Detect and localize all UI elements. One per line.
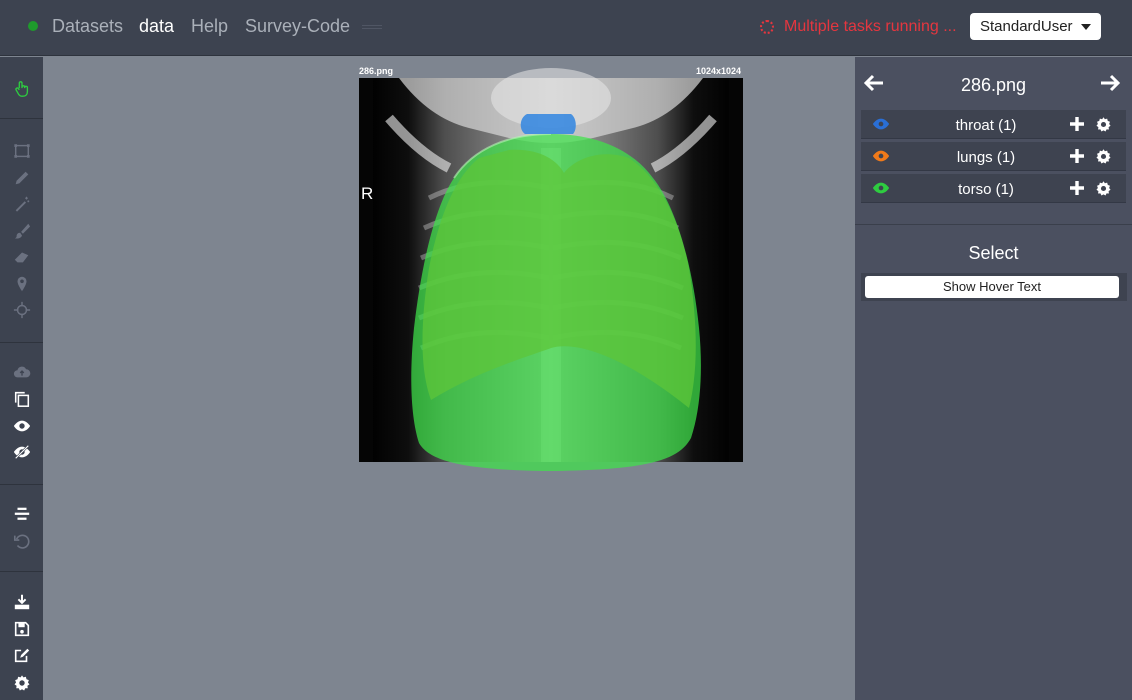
settings-button[interactable] [0,671,43,695]
toolbar-divider [0,571,43,572]
edit-icon [14,648,29,663]
upload-button[interactable] [0,360,43,384]
eraser-icon [14,252,28,263]
copy-annotations-button[interactable] [0,387,43,411]
download-icon [14,594,29,610]
bbox-icon [13,144,30,158]
hide-all-button[interactable] [0,440,43,464]
orientation-marker: R [361,184,373,203]
image-filename-label: 286.png [359,66,394,76]
download-button[interactable] [0,590,43,614]
gear-icon[interactable] [1095,180,1112,197]
bbox-tool-button[interactable] [0,139,43,163]
copy-icon [14,391,29,407]
throat-mask[interactable] [520,114,576,134]
center-image-button[interactable] [0,502,43,526]
dextr-tool-button[interactable] [0,298,43,322]
panel-title: 286.png [960,75,1027,95]
category-row-throat[interactable]: throat (1) [861,110,1126,139]
tool-sidebar [0,57,43,700]
top-navbar: Datasets data Help Survey-Code Multiple … [0,0,1132,56]
brush-icon [14,223,30,239]
plus-icon[interactable] [1069,180,1085,196]
user-dropdown[interactable]: StandardUser [970,13,1101,40]
category-label[interactable]: torso (1) [901,181,1071,198]
panel-header: 286.png [855,57,1132,107]
user-name: StandardUser [980,18,1073,35]
eye-icon[interactable] [872,117,890,131]
eye-slash-icon [13,444,30,460]
hand-pointer-icon [14,81,28,97]
category-label[interactable]: throat (1) [901,117,1071,134]
toolbar-divider [0,118,43,119]
nav-datasets[interactable]: Datasets [52,15,123,37]
align-center-icon [14,507,29,520]
toolbar-divider [0,484,43,485]
edit-metadata-button[interactable] [0,643,43,667]
tasks-status-text: Multiple tasks running ... [784,18,957,35]
nav-menu-icon[interactable] [362,25,382,29]
brush-tool-button[interactable] [0,219,43,243]
polygon-tool-button[interactable] [0,166,43,190]
category-label[interactable]: lungs (1) [901,149,1071,166]
map-pin-icon [17,276,26,292]
toolbar-divider [0,342,43,343]
category-row-torso[interactable]: torso (1) [861,174,1126,203]
select-section-title: Select [968,243,1019,263]
category-row-lungs[interactable]: lungs (1) [861,142,1126,171]
show-all-button[interactable] [0,414,43,438]
settings-icon [14,675,29,691]
eye-icon[interactable] [872,181,890,195]
undo-button[interactable] [0,529,43,553]
show-hover-text-button[interactable]: Show Hover Text [865,276,1119,298]
keypoint-tool-button[interactable] [0,272,43,296]
cloud-upload-icon [13,366,30,378]
gear-icon[interactable] [1095,148,1112,165]
nav-survey-code[interactable]: Survey-Code [245,15,350,37]
plus-icon[interactable] [1069,148,1085,164]
plus-icon[interactable] [1069,116,1085,132]
save-button[interactable] [0,617,43,641]
category-panel: 286.png throat (1) lungs (1) torso (1) S… [855,57,1132,700]
annotation-canvas[interactable]: 286.png 1024x1024 R [43,57,854,700]
undo-icon [13,534,29,549]
select-tool-button[interactable] [0,77,43,101]
arrow-right-icon[interactable] [1099,73,1121,93]
eye-icon[interactable] [872,149,890,163]
xray-image[interactable]: R [359,68,743,471]
crosshair-icon [13,301,30,319]
spinner-icon [760,20,774,34]
magic-wand-tool-button[interactable] [0,192,43,216]
image-resolution-label: 1024x1024 [696,66,742,76]
eye-icon [13,420,30,432]
gear-icon[interactable] [1095,116,1112,133]
caret-down-icon [1080,23,1091,30]
pencil-icon [15,171,28,185]
eraser-tool-button[interactable] [0,245,43,269]
nav-help[interactable]: Help [191,15,228,37]
tasks-status[interactable]: Multiple tasks running ... [760,17,957,37]
magic-wand-icon [15,196,29,212]
panel-divider [855,224,1132,225]
connection-status-icon [28,21,38,31]
nav-data[interactable]: data [139,15,174,37]
save-icon [14,621,29,637]
